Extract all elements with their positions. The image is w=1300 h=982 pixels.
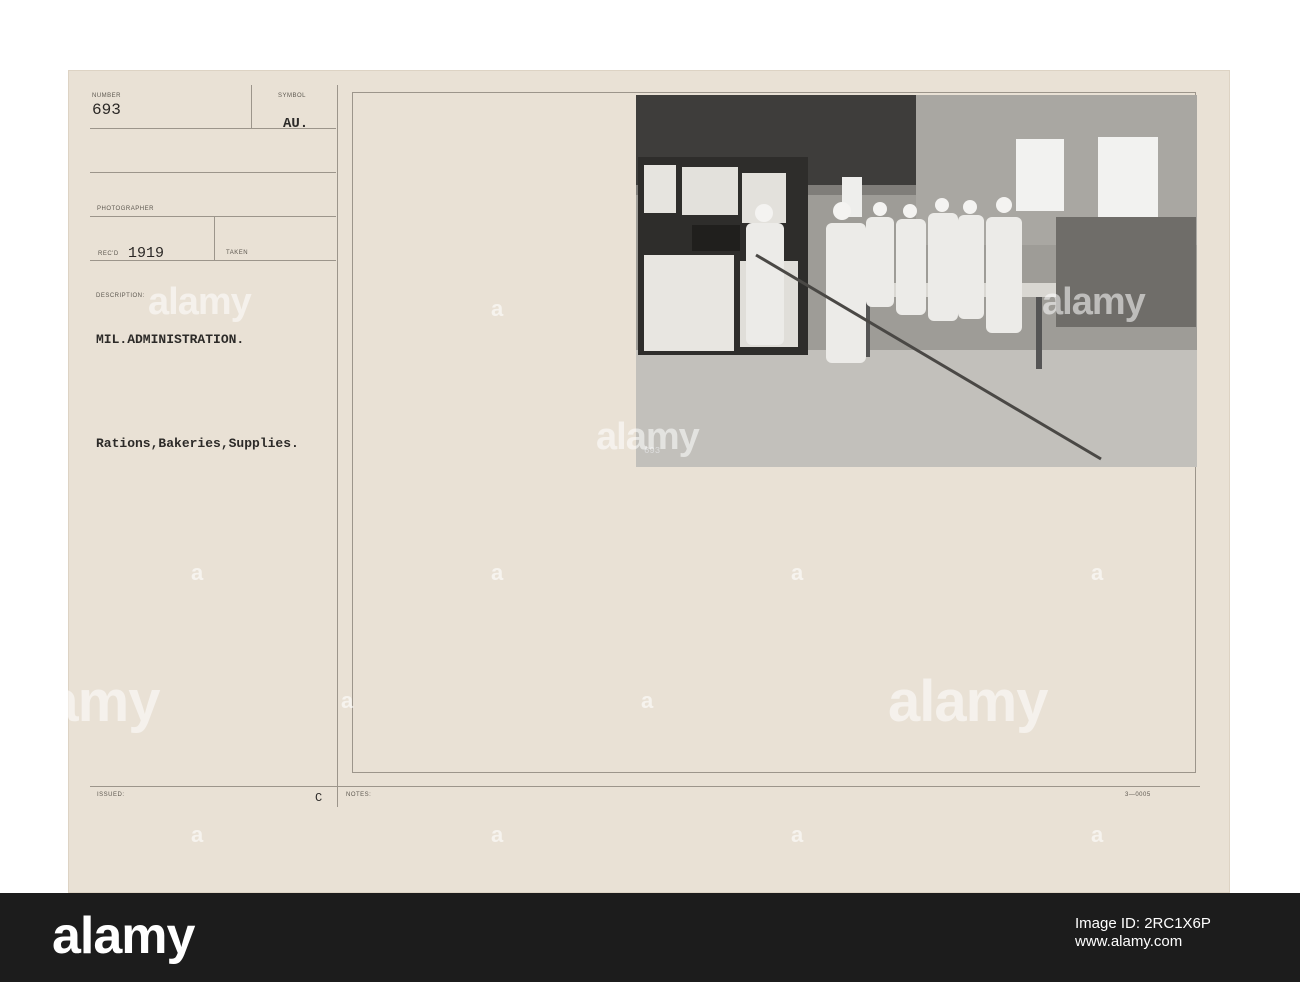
- frame-top: [352, 92, 1196, 93]
- watermark-a-16: a: [191, 822, 204, 847]
- watermark-3: alamy: [596, 416, 700, 458]
- symbol-label: SYMBOL: [278, 93, 307, 99]
- card-rule-2: [90, 172, 336, 173]
- description-line-2: Rations,Bakeries,Supplies.: [96, 436, 299, 451]
- watermark-a-9: a: [1241, 430, 1254, 455]
- photographer-label: PHOTOGRAPHER: [97, 206, 154, 212]
- form-code: 3—0005: [1125, 792, 1151, 798]
- recd-value: 1919: [128, 245, 165, 262]
- number-label: NUMBER: [92, 93, 122, 99]
- watermark-a-18: a: [791, 822, 804, 847]
- symbol-value: AU.: [283, 116, 309, 132]
- watermark-5: alamy: [888, 669, 1048, 734]
- card-rule-3: [90, 216, 336, 217]
- watermark-a-13: a: [1091, 560, 1104, 585]
- taken-label: TAKEN: [226, 250, 249, 256]
- recd-label: REC'D: [98, 251, 119, 257]
- watermark-a-4: a: [1091, 33, 1104, 58]
- notes-label: NOTES:: [346, 792, 372, 798]
- watermark-a-2: a: [491, 33, 504, 58]
- watermark-a-3: a: [791, 33, 804, 58]
- card-rule-bottom: [90, 786, 1200, 787]
- watermark-a-6: a: [1241, 168, 1254, 193]
- footer-logo[interactable]: alamy: [52, 906, 195, 966]
- frame-bottom: [352, 772, 1196, 773]
- card-rule-number-divider: [251, 85, 252, 128]
- watermark-1: alamy: [148, 281, 252, 323]
- card-rule-taken-divider: [214, 216, 215, 260]
- card-rule-4: [90, 260, 336, 261]
- watermark-a-19: a: [1091, 822, 1104, 847]
- image-id-text: Image ID: 2RC1X6P: [1075, 915, 1211, 932]
- watermark-a-8: a: [41, 430, 54, 455]
- description-line-1: MIL.ADMINISTRATION.: [96, 332, 245, 347]
- watermark-a-11: a: [491, 560, 504, 585]
- watermark-a-15: a: [641, 688, 654, 713]
- footer-image-id: Image ID: 2RC1X6P www.alamy.com: [1075, 915, 1211, 951]
- watermark-a-10: a: [191, 560, 204, 585]
- issued-label: ISSUED:: [97, 792, 125, 798]
- description-label: DESCRIPTION:: [96, 293, 145, 299]
- watermark-a-7: a: [491, 296, 504, 321]
- number-value: 693: [92, 101, 121, 119]
- watermark-a-5: a: [41, 168, 54, 193]
- watermark-a-17: a: [491, 822, 504, 847]
- watermark-a-14: a: [341, 688, 354, 713]
- frame-left: [352, 92, 353, 773]
- issued-mark: C: [315, 791, 323, 805]
- site-url[interactable]: www.alamy.com: [1075, 933, 1211, 951]
- watermark-2: alamy: [1042, 281, 1146, 323]
- watermark-a-1: a: [191, 33, 204, 58]
- watermark-a-12: a: [791, 560, 804, 585]
- watermark-4: alamy: [0, 669, 160, 734]
- card-rule-left-column: [337, 85, 338, 807]
